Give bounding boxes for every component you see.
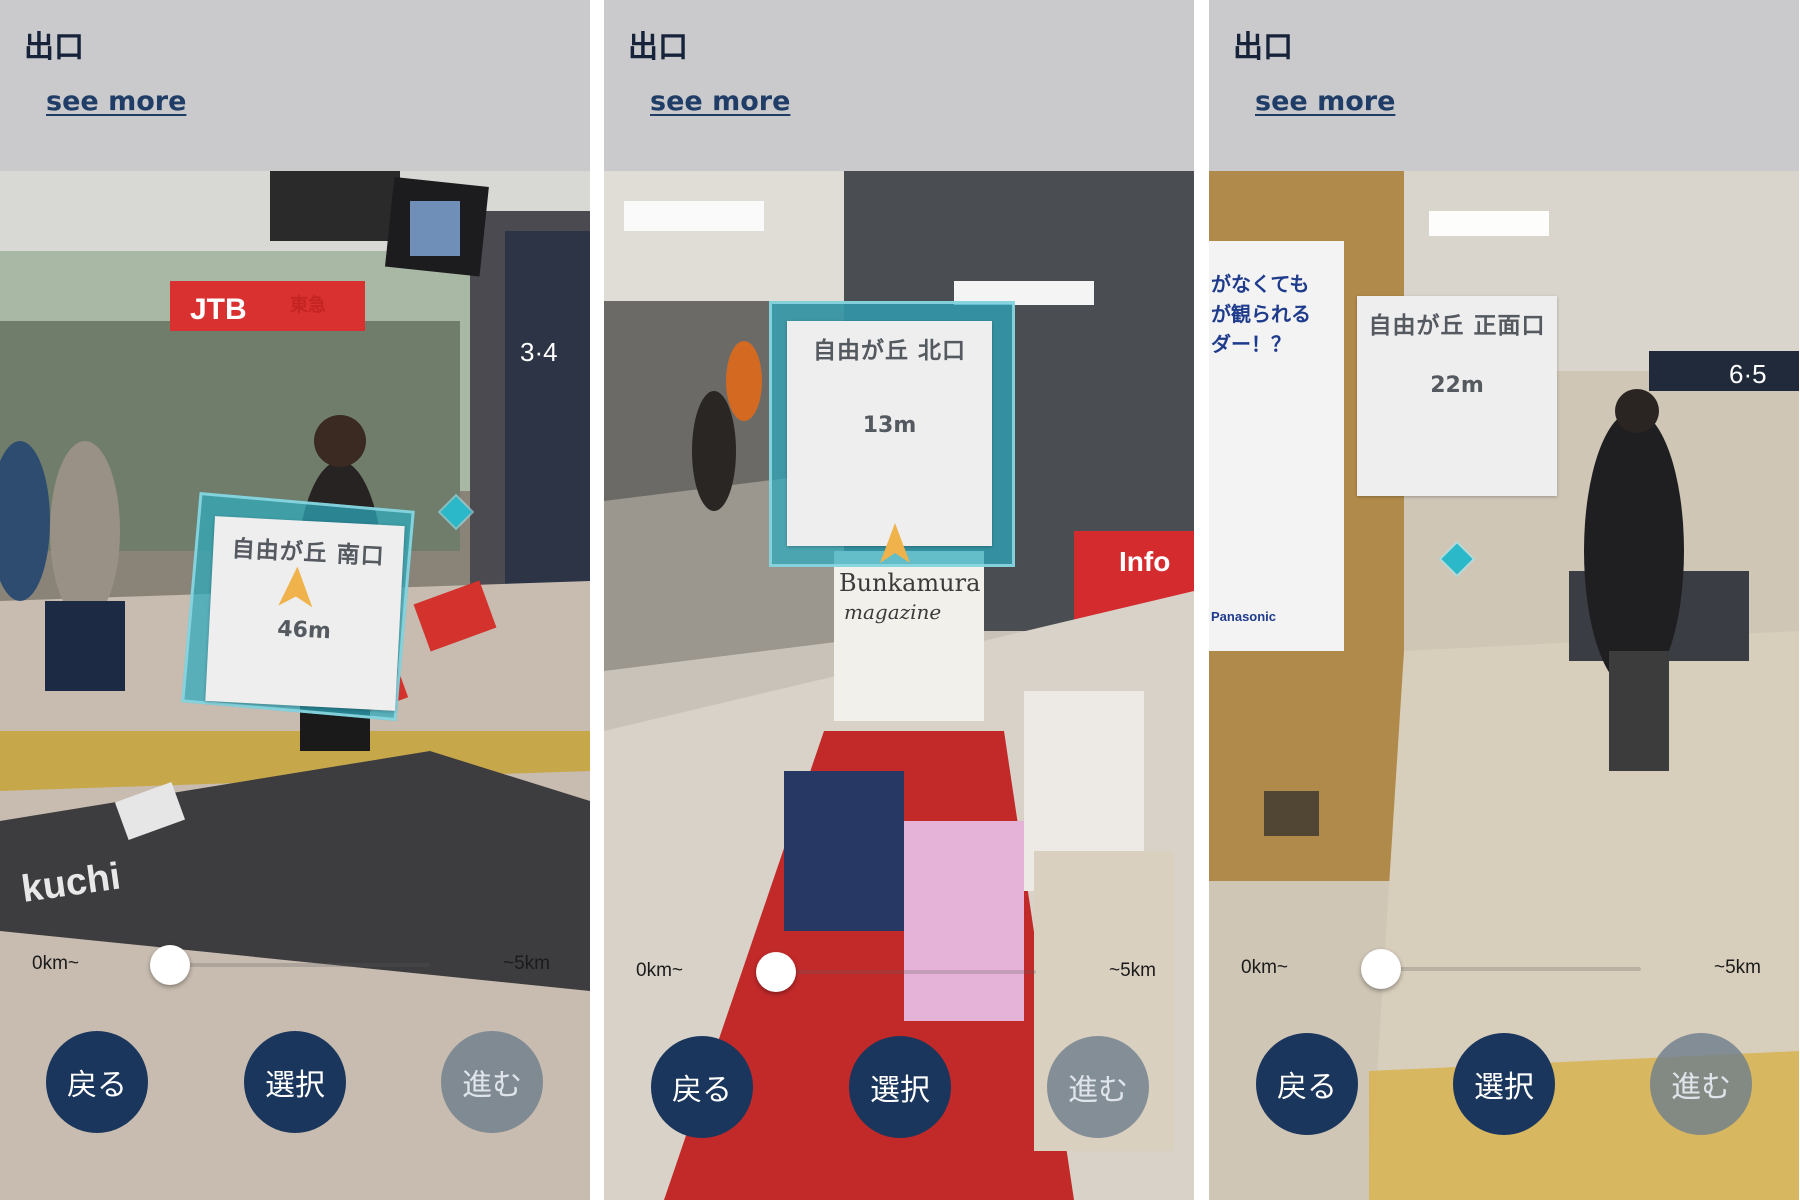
- range-min-label: 0km~: [636, 960, 683, 981]
- platform-sign-text: 3·4: [520, 337, 558, 367]
- back-button[interactable]: 戻る: [46, 1031, 148, 1133]
- ar-marker-card: 自由が丘 南口 46m: [205, 516, 405, 711]
- range-min-label: 0km~: [32, 953, 79, 974]
- range-max-label: ~5km: [503, 953, 550, 974]
- ar-marker[interactable]: 自由が丘 北口 13m: [769, 301, 1019, 571]
- next-button[interactable]: 進む: [441, 1031, 543, 1133]
- magazine-title: Bunkamura: [839, 569, 980, 597]
- ar-marker[interactable]: 自由が丘 南口 46m: [181, 491, 420, 731]
- exit-distance: 13m: [862, 413, 917, 438]
- ad-brand: Panasonic: [1211, 609, 1276, 624]
- platform-sign-text: 6·5: [1729, 359, 1767, 389]
- exit-distance: 22m: [1430, 373, 1484, 398]
- ad-text-2: が観られる: [1211, 302, 1311, 326]
- camera-view: JTB 東急 3·4 kuchi 自由が丘 南口 46m 0km~ ~5km 戻…: [0, 171, 590, 1200]
- distance-slider-knob[interactable]: [1361, 949, 1401, 989]
- next-button[interactable]: 進む: [1650, 1033, 1752, 1135]
- ad-text-3: ダー！？: [1211, 332, 1291, 356]
- exit-name: 自由が丘 南口: [231, 536, 386, 571]
- exit-name: 自由が丘 北口: [812, 338, 966, 364]
- camera-view: Info Bunkamura magazine 自由が丘 北口 13m 0km~: [604, 171, 1194, 1200]
- distance-slider-knob[interactable]: [756, 952, 796, 992]
- back-button[interactable]: 戻る: [651, 1036, 753, 1138]
- ar-marker[interactable]: 自由が丘 正面口 22m: [1357, 296, 1562, 501]
- select-button[interactable]: 選択: [244, 1031, 346, 1133]
- back-button[interactable]: 戻る: [1256, 1033, 1358, 1135]
- ar-marker-card: 自由が丘 正面口 22m: [1357, 296, 1557, 496]
- direction-arrow-icon: [278, 566, 313, 608]
- magazine-subtitle: magazine: [844, 600, 941, 624]
- ad-text-1: がなくても: [1211, 272, 1309, 296]
- info-sign-text: Info: [1119, 546, 1170, 577]
- page-title: 出口: [24, 30, 84, 65]
- range-max-label: ~5km: [1714, 957, 1761, 978]
- select-button[interactable]: 選択: [849, 1036, 951, 1138]
- page-title: 出口: [1233, 30, 1293, 65]
- page-title: 出口: [628, 30, 688, 65]
- range-max-label: ~5km: [1109, 960, 1156, 981]
- jtb-sign-text: JTB: [190, 293, 247, 326]
- distance-slider-track[interactable]: [756, 970, 1036, 974]
- see-more-link[interactable]: see more: [46, 86, 186, 117]
- header: 出口 see more: [604, 0, 1194, 171]
- distance-slider-knob[interactable]: [150, 945, 190, 985]
- exit-name: 自由が丘 正面口: [1368, 313, 1546, 339]
- ar-screen-3: 出口 see more 6·5 がなくても が観られる ダー！？ Panason…: [1209, 0, 1799, 1200]
- direction-arrow-icon: [880, 523, 910, 563]
- see-more-link[interactable]: see more: [1255, 86, 1395, 117]
- exit-distance: 46m: [276, 616, 332, 645]
- ar-screen-2: 出口 see more Info Bunkamura magazine 自由が丘…: [604, 0, 1194, 1200]
- ar-marker-card: 自由が丘 北口 13m: [787, 321, 992, 546]
- camera-view: 6·5 がなくても が観られる ダー！？ Panasonic 自由が丘 正面口 …: [1209, 171, 1799, 1200]
- see-more-link[interactable]: see more: [650, 86, 790, 117]
- ar-screen-1: 出口 see more JTB 東急 3·4 kuchi 自由が丘 南口 46m…: [0, 0, 590, 1200]
- range-min-label: 0km~: [1241, 957, 1288, 978]
- distance-slider-track[interactable]: [150, 963, 430, 967]
- tokyu-sign-text: 東急: [290, 294, 326, 316]
- header: 出口 see more: [0, 0, 590, 171]
- next-button[interactable]: 進む: [1047, 1036, 1149, 1138]
- select-button[interactable]: 選択: [1453, 1033, 1555, 1135]
- header: 出口 see more: [1209, 0, 1799, 171]
- distance-slider-track[interactable]: [1361, 967, 1641, 971]
